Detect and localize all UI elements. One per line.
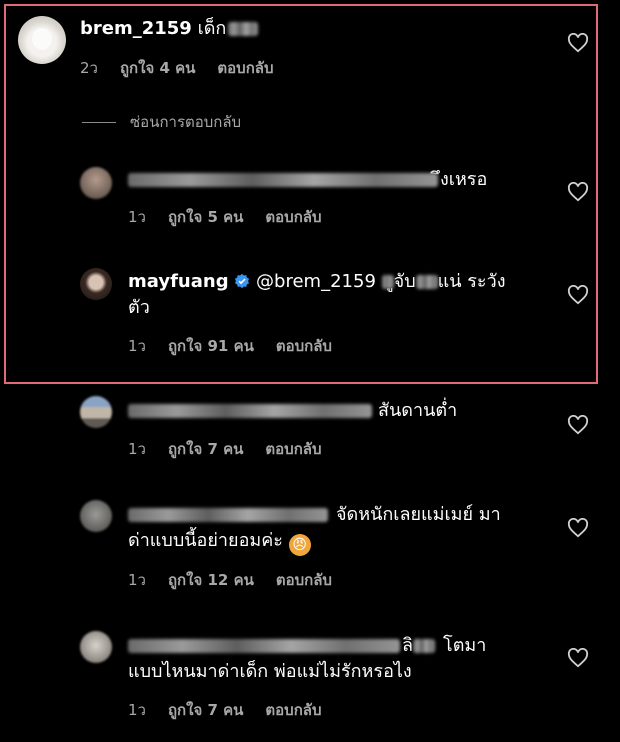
censored-text [413, 639, 436, 653]
comment-text: จัดหนักเลยแม่เมย์ มา ด่าแบบนี้อย่ายอมค่ะ… [128, 502, 548, 556]
heart-icon[interactable] [567, 33, 589, 53]
comment-body-line2: แบบไหนมาด่าเด็ก พ่อแม่ไม่รักหรอไง [128, 661, 412, 682]
avatar[interactable] [18, 16, 66, 64]
comment-meta: 1ว ถูกใจ 12 คน ตอบกลับ [128, 568, 354, 592]
like-count[interactable]: ถูกใจ 5 คน [168, 208, 243, 226]
comment-meta: 1ว ถูกใจ 7 คน ตอบกลับ [128, 698, 344, 722]
censored-username [128, 404, 372, 418]
comment-body: ลิ [402, 635, 414, 656]
divider-line [82, 122, 116, 123]
censored-text [381, 275, 394, 289]
timestamp: 1ว [128, 701, 146, 719]
heart-icon[interactable] [567, 648, 589, 668]
reply-button[interactable]: ตอบกลับ [217, 59, 273, 77]
mention-link[interactable]: @brem_2159 [256, 271, 376, 292]
comment-body: เด็ก [197, 18, 227, 39]
avatar[interactable] [80, 268, 112, 300]
timestamp: 2ว [80, 59, 98, 77]
heart-icon[interactable] [567, 415, 589, 435]
timestamp: 1ว [128, 208, 146, 226]
censored-text [415, 275, 438, 289]
avatar[interactable] [80, 500, 112, 532]
angry-emoji-icon: 😠 [288, 534, 311, 556]
timestamp: 1ว [128, 440, 146, 458]
comment-body: สันดานต่ำ [378, 400, 458, 421]
comment-body: โตมา [443, 635, 487, 656]
timestamp: 1ว [128, 571, 146, 589]
comment-body: จัดหนักเลยแม่เมย์ มา [336, 504, 501, 525]
comment-meta: 1ว ถูกใจ 7 คน ตอบกลับ [128, 437, 344, 461]
avatar[interactable] [80, 167, 112, 199]
avatar[interactable] [80, 396, 112, 428]
avatar[interactable] [80, 631, 112, 663]
like-count[interactable]: ถูกใจ 7 คน [168, 440, 243, 458]
comment-body: ึงเหรอ [440, 169, 488, 190]
username[interactable]: brem_2159 [80, 18, 192, 39]
censored-username [128, 508, 328, 522]
comment-body: แน่ ระวัง [437, 271, 506, 292]
like-count[interactable]: ถูกใจ 4 คน [120, 59, 195, 77]
comment-meta: 2ว ถูกใจ 4 คน ตอบกลับ [80, 56, 296, 80]
heart-icon[interactable] [567, 182, 589, 202]
comment-meta: 1ว ถูกใจ 91 คน ตอบกลับ [128, 334, 354, 358]
reply-button[interactable]: ตอบกลับ [276, 571, 332, 589]
comment-body-line2: ตัว [128, 297, 150, 318]
comment-body-line2: ด่าแบบนี้อย่ายอมค่ะ [128, 530, 283, 551]
comment-text: brem_2159 เด็ก [80, 16, 259, 42]
comment-text: ึงเหรอ [128, 167, 487, 193]
comment-text: mayfuang @brem_2159 ูจับ แน่ ระวัง ตัว [128, 269, 528, 321]
timestamp: 1ว [128, 337, 146, 355]
like-count[interactable]: ถูกใจ 7 คน [168, 701, 243, 719]
like-count[interactable]: ถูกใจ 91 คน [168, 337, 254, 355]
reply-button[interactable]: ตอบกลับ [276, 337, 332, 355]
verified-badge-icon [235, 273, 250, 289]
like-count[interactable]: ถูกใจ 12 คน [168, 571, 254, 589]
censored-username [128, 173, 438, 187]
censored-username [128, 639, 400, 653]
censored-text [228, 22, 259, 36]
username[interactable]: mayfuang [128, 271, 229, 292]
comment-text: ลิ โตมา แบบไหนมาด่าเด็ก พ่อแม่ไม่รักหรอไง [128, 633, 548, 685]
heart-icon[interactable] [567, 285, 589, 305]
comment-meta: 1ว ถูกใจ 5 คน ตอบกลับ [128, 205, 344, 229]
reply-button[interactable]: ตอบกลับ [265, 701, 321, 719]
hide-replies-label[interactable]: ซ่อนการตอบกลับ [130, 113, 241, 131]
heart-icon[interactable] [567, 518, 589, 538]
reply-button[interactable]: ตอบกลับ [265, 208, 321, 226]
hide-replies-button[interactable]: ซ่อนการตอบกลับ [82, 110, 241, 134]
comment-body: ูจับ [393, 271, 416, 292]
comment-text: สันดานต่ำ [128, 398, 457, 424]
reply-button[interactable]: ตอบกลับ [265, 440, 321, 458]
